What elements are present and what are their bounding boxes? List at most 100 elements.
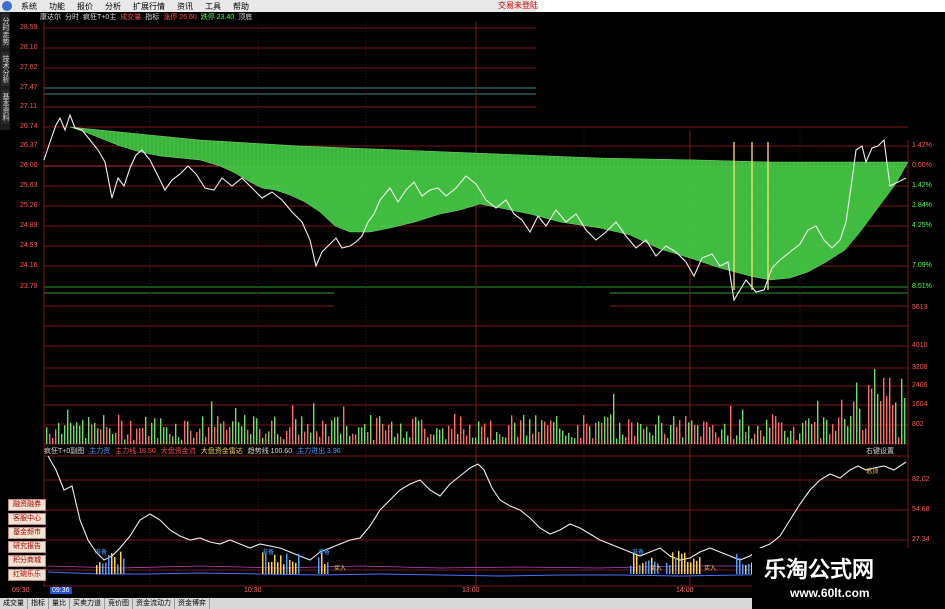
volume-bar <box>721 429 723 444</box>
volume-bar <box>121 420 123 444</box>
price-tick: 24.16 <box>20 262 38 269</box>
volume-bar <box>553 422 555 444</box>
volume-bar <box>202 416 204 444</box>
volume-bar <box>637 422 639 444</box>
volume-bar <box>124 439 126 444</box>
volume-bar <box>490 420 492 444</box>
price-tick: 24.53 <box>20 242 38 249</box>
side-button-fund-market[interactable]: 基金频市 <box>8 527 46 539</box>
volume-bar <box>484 423 486 444</box>
signal-bar <box>739 557 741 574</box>
signal-bar <box>295 562 297 574</box>
volume-bar <box>610 414 612 444</box>
volume-bar <box>409 437 411 444</box>
volume-bar <box>91 424 93 444</box>
signal-bar <box>117 564 119 574</box>
volume-bar <box>136 428 138 444</box>
volume-bar <box>643 428 645 444</box>
volume-bar <box>781 422 783 444</box>
indicator-tick: 54.68 <box>912 506 930 513</box>
volume-bar <box>373 439 375 444</box>
price-tick: 27.11 <box>20 103 37 110</box>
volume-bar <box>430 434 432 444</box>
volume-bar <box>211 401 213 444</box>
signal-bar <box>645 561 647 574</box>
volume-bar <box>421 419 423 444</box>
volume-bar <box>310 432 312 444</box>
tab-volume[interactable]: 成交量 <box>0 598 28 609</box>
volume-bar <box>376 417 378 444</box>
volume-bar <box>232 421 234 444</box>
tab-volume-ratio[interactable]: 量比 <box>49 598 70 609</box>
volume-bar <box>382 423 384 444</box>
volume-bar <box>190 430 192 444</box>
volume-bar <box>802 422 804 444</box>
volume-bar <box>640 423 642 444</box>
volume-bar <box>826 419 828 444</box>
volume-bar <box>271 420 273 444</box>
volume-bar <box>868 385 870 444</box>
side-button-margin-trading[interactable]: 融资融券 <box>8 499 46 511</box>
tab-capital-game[interactable]: 资金博弈 <box>175 598 210 609</box>
indicator-name[interactable]: 疯狂T+0副图 <box>44 446 84 456</box>
volume-bar <box>439 429 441 444</box>
signal-bar <box>277 562 279 574</box>
signal-bar <box>265 553 267 574</box>
volume-bar <box>205 436 207 444</box>
volume-bar <box>295 419 297 444</box>
volume-bar <box>838 417 840 444</box>
volume-bar <box>733 439 735 444</box>
volume-bar <box>865 428 867 444</box>
volume-tick: 802 <box>912 421 924 428</box>
volume-bar <box>307 423 309 444</box>
volume-bar <box>529 419 531 444</box>
volume-bar <box>700 436 702 444</box>
volume-bar <box>253 416 255 444</box>
volume-tick: 5613 <box>912 304 928 311</box>
volume-bar <box>631 422 633 444</box>
side-button-research-report[interactable]: 研究报告 <box>8 541 46 553</box>
volume-bar <box>592 438 594 444</box>
side-button-service-center[interactable]: 客服中心 <box>8 513 46 525</box>
tab-capital-flow[interactable]: 资金流动力 <box>133 598 175 609</box>
black-mask-block <box>334 293 610 323</box>
volume-bar <box>88 417 90 444</box>
volume-bar <box>514 422 516 444</box>
signal-bar <box>111 553 113 574</box>
price-tick: 26.37 <box>20 142 38 149</box>
volume-bar <box>580 437 582 444</box>
signal-bar <box>672 552 674 574</box>
volume-bar <box>112 433 114 444</box>
volume-bar <box>412 418 414 444</box>
volume-bar <box>853 401 855 444</box>
volume-bar <box>241 426 243 444</box>
volume-bar <box>616 438 618 444</box>
volume-bar <box>247 429 249 444</box>
volume-bar <box>223 421 225 444</box>
volume-bar <box>736 435 738 444</box>
signal-bar <box>271 561 273 574</box>
indicator-settings-hint[interactable]: 右键设置 <box>866 446 894 456</box>
volume-bar <box>358 427 360 444</box>
volume-bar <box>685 415 687 444</box>
volume-bar <box>193 437 195 444</box>
pct-tick: 2.84% <box>912 202 932 209</box>
side-button-game[interactable]: 红碗乐乐 <box>8 569 46 581</box>
volume-tick: 2406 <box>912 382 928 389</box>
volume-bar <box>541 420 543 444</box>
volume-bar <box>208 427 210 444</box>
volume-bar <box>457 434 459 444</box>
tab-buy-sell-force[interactable]: 买卖力道 <box>70 598 105 609</box>
price-tick: 28.10 <box>20 44 38 51</box>
volume-bar <box>613 393 615 444</box>
signal-label: 准备 <box>632 550 645 556</box>
tab-auction-chart[interactable]: 竞价图 <box>105 598 133 609</box>
signal-bar <box>102 563 104 574</box>
tab-indicator[interactable]: 指标 <box>28 598 49 609</box>
signal-label: 买入 <box>704 566 717 572</box>
volume-bar <box>535 415 537 444</box>
signal-bar <box>283 564 285 574</box>
side-button-points-mall[interactable]: 积分商城 <box>8 555 46 567</box>
volume-bar <box>775 416 777 444</box>
volume-bar <box>100 429 102 444</box>
